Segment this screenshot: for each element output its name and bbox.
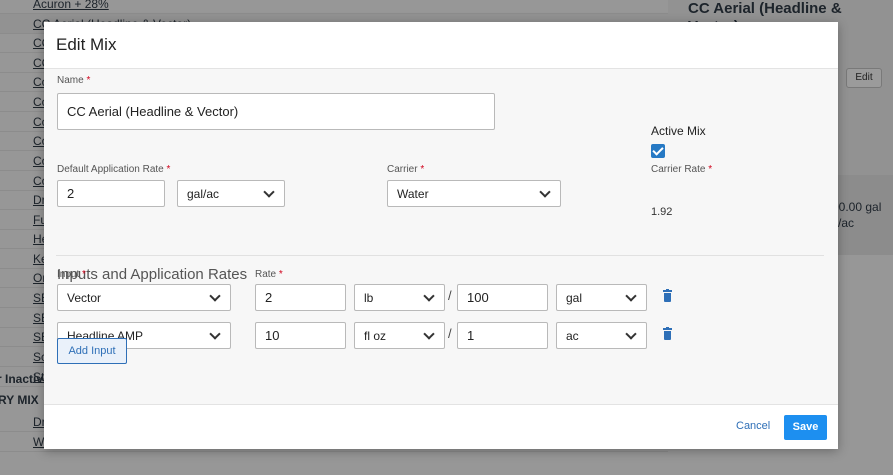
default-rate-input[interactable]: 2 (57, 180, 165, 207)
section-divider (56, 255, 824, 256)
chevron-down-icon (625, 289, 637, 302)
per-value: 100 (467, 290, 489, 305)
chevron-down-icon (209, 327, 221, 340)
input-column-label: Input * (57, 269, 86, 280)
per-separator: / (448, 326, 452, 341)
rate-unit-value: lb (364, 290, 374, 305)
carrier-rate-label: Carrier Rate * (651, 164, 713, 175)
active-mix-label: Active Mix (651, 124, 706, 138)
rate-input[interactable]: 10 (255, 322, 346, 349)
name-input[interactable]: CC Aerial (Headline & Vector) (57, 93, 495, 130)
chevron-down-icon (423, 327, 435, 340)
modal-footer: Cancel Save (44, 404, 838, 449)
input-select-value: Vector (67, 290, 102, 305)
carrier-label: Carrier * (387, 164, 425, 175)
checkbox-checked-icon[interactable] (651, 144, 665, 158)
cancel-button[interactable]: Cancel (736, 420, 770, 432)
trash-icon[interactable] (663, 289, 672, 302)
carrier-select[interactable]: Water (387, 180, 561, 207)
chevron-down-icon (209, 289, 221, 302)
required-marker: * (420, 164, 425, 175)
per-unit-select[interactable]: ac (556, 322, 647, 349)
add-input-button[interactable]: Add Input (57, 338, 127, 364)
rate-input-value: 2 (265, 290, 273, 305)
rate-input[interactable]: 2 (255, 284, 346, 311)
per-value-input[interactable]: 100 (457, 284, 548, 311)
per-unit-select[interactable]: gal (556, 284, 647, 311)
required-marker: * (166, 164, 171, 175)
rate-input-value: 10 (265, 328, 280, 343)
per-unit-value: gal (566, 290, 583, 305)
chevron-down-icon (423, 289, 435, 302)
chevron-down-icon (539, 185, 551, 198)
edit-mix-modal: Edit Mix Name * CC Aerial (Headline & Ve… (44, 22, 838, 449)
per-value: 1 (467, 328, 475, 343)
required-marker: * (82, 269, 86, 280)
modal-title: Edit Mix (56, 35, 117, 54)
default-rate-unit-select[interactable]: gal/ac (177, 180, 285, 207)
chevron-down-icon (263, 185, 275, 198)
name-label: Name * (57, 75, 91, 86)
trash-icon[interactable] (663, 327, 672, 340)
per-separator: / (448, 288, 452, 303)
rate-unit-select[interactable]: fl oz (354, 322, 445, 349)
per-unit-value: ac (566, 328, 579, 343)
rate-unit-value: fl oz (364, 328, 387, 343)
per-value-input[interactable]: 1 (457, 322, 548, 349)
rate-unit-select[interactable]: lb (354, 284, 445, 311)
chevron-down-icon (625, 327, 637, 340)
default-rate-label: Default Application Rate * (57, 164, 171, 175)
input-select[interactable]: Vector (57, 284, 231, 311)
default-rate-value: 2 (67, 186, 75, 201)
required-marker: * (708, 164, 713, 175)
required-marker: * (86, 75, 91, 86)
save-button[interactable]: Save (784, 415, 827, 440)
carrier-value: Water (397, 186, 429, 201)
rate-column-label: Rate * (255, 269, 283, 280)
name-input-value: CC Aerial (Headline & Vector) (67, 104, 239, 119)
default-rate-unit-value: gal/ac (187, 186, 220, 201)
carrier-rate-value: 1.92 (651, 206, 673, 218)
modal-header: Edit Mix (44, 22, 838, 69)
required-marker: * (278, 269, 283, 280)
modal-body: Name * CC Aerial (Headline & Vector) Act… (44, 69, 838, 404)
